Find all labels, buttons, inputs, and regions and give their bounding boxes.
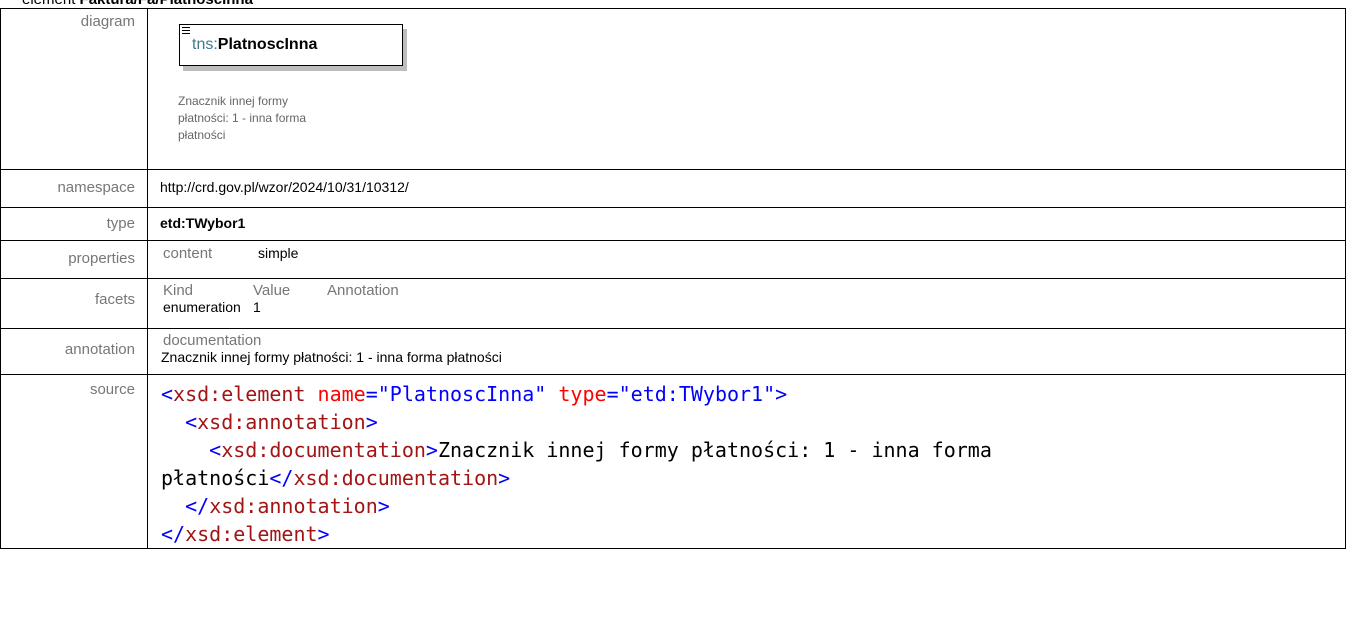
properties-value: simple: [258, 245, 299, 261]
facet-kind: enumeration: [163, 299, 241, 315]
facet-value: 1: [253, 299, 261, 315]
facets-row: facets Kind Value Annotation enumeration…: [0, 278, 1346, 329]
properties-key: content: [163, 245, 213, 262]
annotation-row: annotation documentation Znacznik innej …: [0, 328, 1346, 375]
namespace-label: namespace: [0, 169, 148, 208]
source-line: płatności</xsd:documentation>: [161, 466, 511, 490]
heading-path: Faktura/Fa/PlatnoscInna: [80, 0, 253, 8]
properties-row: properties content simple: [0, 240, 1346, 279]
facets-header-annotation: Annotation: [327, 282, 399, 299]
annotation-label: annotation: [0, 328, 148, 375]
diagram-row: diagram tns:PlatnoscInna Znacznik innej …: [0, 8, 1346, 170]
facets-header-kind: Kind: [163, 282, 194, 299]
source-label: source: [0, 374, 148, 549]
properties-label: properties: [0, 240, 148, 279]
annotation-lines-icon: [182, 27, 190, 36]
diagram-area: tns:PlatnoscInna Znacznik innej formy pł…: [148, 9, 1345, 169]
element-name: PlatnoscInna: [217, 36, 318, 53]
source-line: </xsd:annotation>: [185, 494, 390, 518]
facets-header-value: Value: [253, 282, 291, 299]
annotation-header: documentation: [163, 332, 262, 349]
type-value: etd:TWybor1: [160, 215, 246, 231]
element-box[interactable]: tns:PlatnoscInna: [179, 24, 403, 66]
element-doc-table: diagram tns:PlatnoscInna Znacznik innej …: [0, 8, 1346, 549]
heading-prefix: element: [0, 0, 75, 8]
namespace-row: namespace http://crd.gov.pl/wzor/2024/10…: [0, 169, 1346, 208]
facets-grid: Kind Value Annotation enumeration 1: [148, 279, 1345, 316]
source-line: <xsd:annotation>: [185, 410, 378, 434]
source-line: </xsd:element>: [161, 522, 330, 546]
properties-grid: content simple: [148, 241, 1345, 262]
source-line: <xsd:documentation>Znacznik innej formy …: [209, 438, 992, 462]
diagram-documentation: Znacznik innej formy płatności: 1 - inna…: [178, 94, 307, 142]
element-prefix: tns:: [192, 36, 218, 53]
annotation-text: Znacznik innej formy płatności: 1 - inna…: [161, 349, 502, 365]
type-label: type: [0, 207, 148, 241]
source-code: <xsd:element name="PlatnoscInna" type="e…: [160, 375, 1345, 548]
namespace-value: http://crd.gov.pl/wzor/2024/10/31/10312/: [160, 179, 409, 195]
diagram-label: diagram: [0, 8, 148, 170]
type-row: type etd:TWybor1: [0, 207, 1346, 241]
source-line: <xsd:element name="PlatnoscInna" type="e…: [161, 382, 788, 406]
source-row: source <xsd:element name="PlatnoscInna" …: [0, 374, 1346, 549]
facets-label: facets: [0, 278, 148, 329]
facet-annotation: [327, 299, 1345, 316]
